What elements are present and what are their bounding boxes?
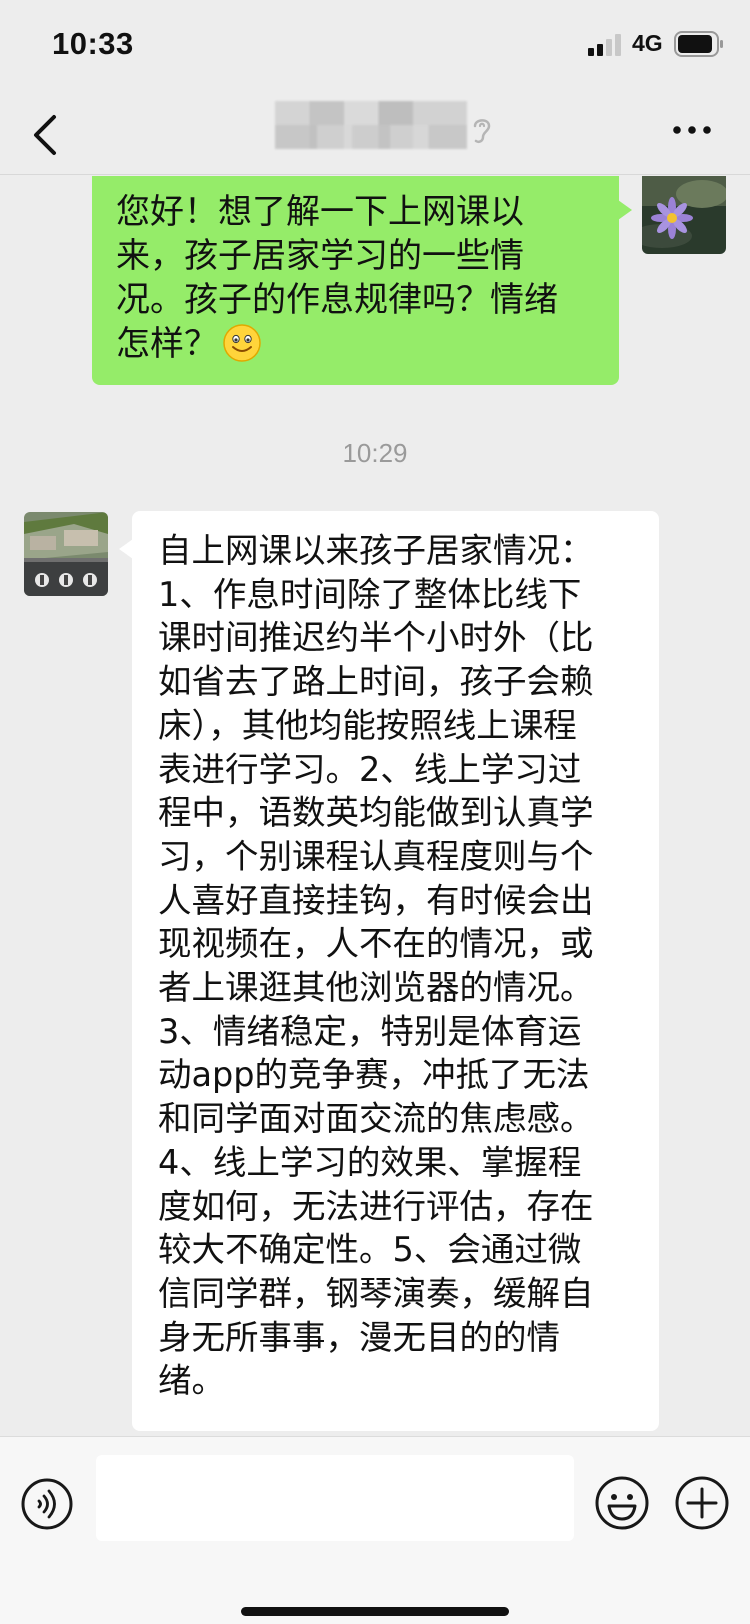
message-input[interactable] xyxy=(96,1455,574,1541)
incoming-message-bubble[interactable]: 自上网课以来孩子居家情况： 1、作息时间除了整体比线下 课时间推迟约半个小时外（… xyxy=(119,511,659,1431)
message-line: 况。孩子的作息规律吗？情绪 xyxy=(116,280,558,320)
network-label: 4G xyxy=(632,30,663,56)
status-bar: 10:33 4G xyxy=(0,0,750,95)
smile-emoji-icon xyxy=(223,324,261,362)
more-icon[interactable] xyxy=(670,115,714,145)
contact-avatar[interactable] xyxy=(24,512,108,596)
message-line: 来，孩子居家学习的一些情 xyxy=(116,236,524,276)
status-time: 10:33 xyxy=(52,26,134,61)
message-line: 3、情绪稳定，特别是体育运 xyxy=(158,1011,582,1051)
message-line: 信同学群，钢琴演奏，缓解自 xyxy=(158,1273,594,1313)
message-line: 度如何，无法进行评估，存在 xyxy=(158,1186,594,1226)
emoji-icon[interactable] xyxy=(594,1475,650,1531)
voice-icon[interactable] xyxy=(20,1477,74,1531)
chat-area[interactable]: 您好！想了解一下上网课以 来，孩子居家学习的一些情 况。孩子的作息规律吗？情绪 … xyxy=(0,176,750,1436)
chat-title-redacted xyxy=(275,101,467,149)
message-line: 者上课逛其他浏览器的情况。 xyxy=(158,968,594,1008)
message-line: 床），其他均能按照线上课程 xyxy=(158,705,577,745)
message-line: 人喜好直接挂钩，有时候会出 xyxy=(158,880,594,920)
message-line: 和同学面对面交流的焦虑感。 xyxy=(158,1099,594,1139)
message-line: 如省去了路上时间，孩子会赖 xyxy=(158,662,594,702)
message-line-last: 怎样？ xyxy=(116,322,597,366)
message-line: 课时间推迟约半个小时外（比 xyxy=(158,618,594,658)
signal-icon xyxy=(588,34,621,56)
message-timestamp: 10:29 xyxy=(342,438,408,468)
message-line: 习，个别课程认真程度则与个 xyxy=(158,836,594,876)
message-line: 表进行学习。2、线上学习过 xyxy=(158,749,582,789)
message-line: 动app的竞争赛，冲抵了无法 xyxy=(158,1055,590,1095)
message-line-text: 怎样？ xyxy=(116,324,218,364)
message-line: 较大不确定性。5、会通过微 xyxy=(158,1230,582,1270)
message-line: 1、作息时间除了整体比线下 xyxy=(158,574,582,614)
message-line: 自上网课以来孩子居家情况： xyxy=(158,531,594,570)
self-avatar[interactable] xyxy=(642,176,726,254)
battery-icon xyxy=(674,31,723,57)
message-line: 您好！想了解一下上网课以 xyxy=(116,192,524,232)
plus-icon[interactable] xyxy=(674,1475,730,1531)
nav-bar xyxy=(0,95,750,175)
outgoing-message-bubble[interactable]: 您好！想了解一下上网课以 来，孩子居家学习的一些情 况。孩子的作息规律吗？情绪 … xyxy=(92,176,632,385)
home-indicator[interactable] xyxy=(241,1607,509,1616)
input-bar xyxy=(0,1436,750,1624)
message-line: 现视频在，人不在的情况，或 xyxy=(158,924,594,964)
ear-icon xyxy=(473,119,491,144)
message-line: 4、线上学习的效果、掌握程 xyxy=(158,1142,582,1182)
message-line: 绪。 xyxy=(158,1361,225,1401)
message-line: 程中，语数英均能做到认真学 xyxy=(158,793,594,833)
message-line: 身无所事事，漫无目的的情 xyxy=(158,1317,560,1357)
back-icon[interactable] xyxy=(26,107,66,163)
